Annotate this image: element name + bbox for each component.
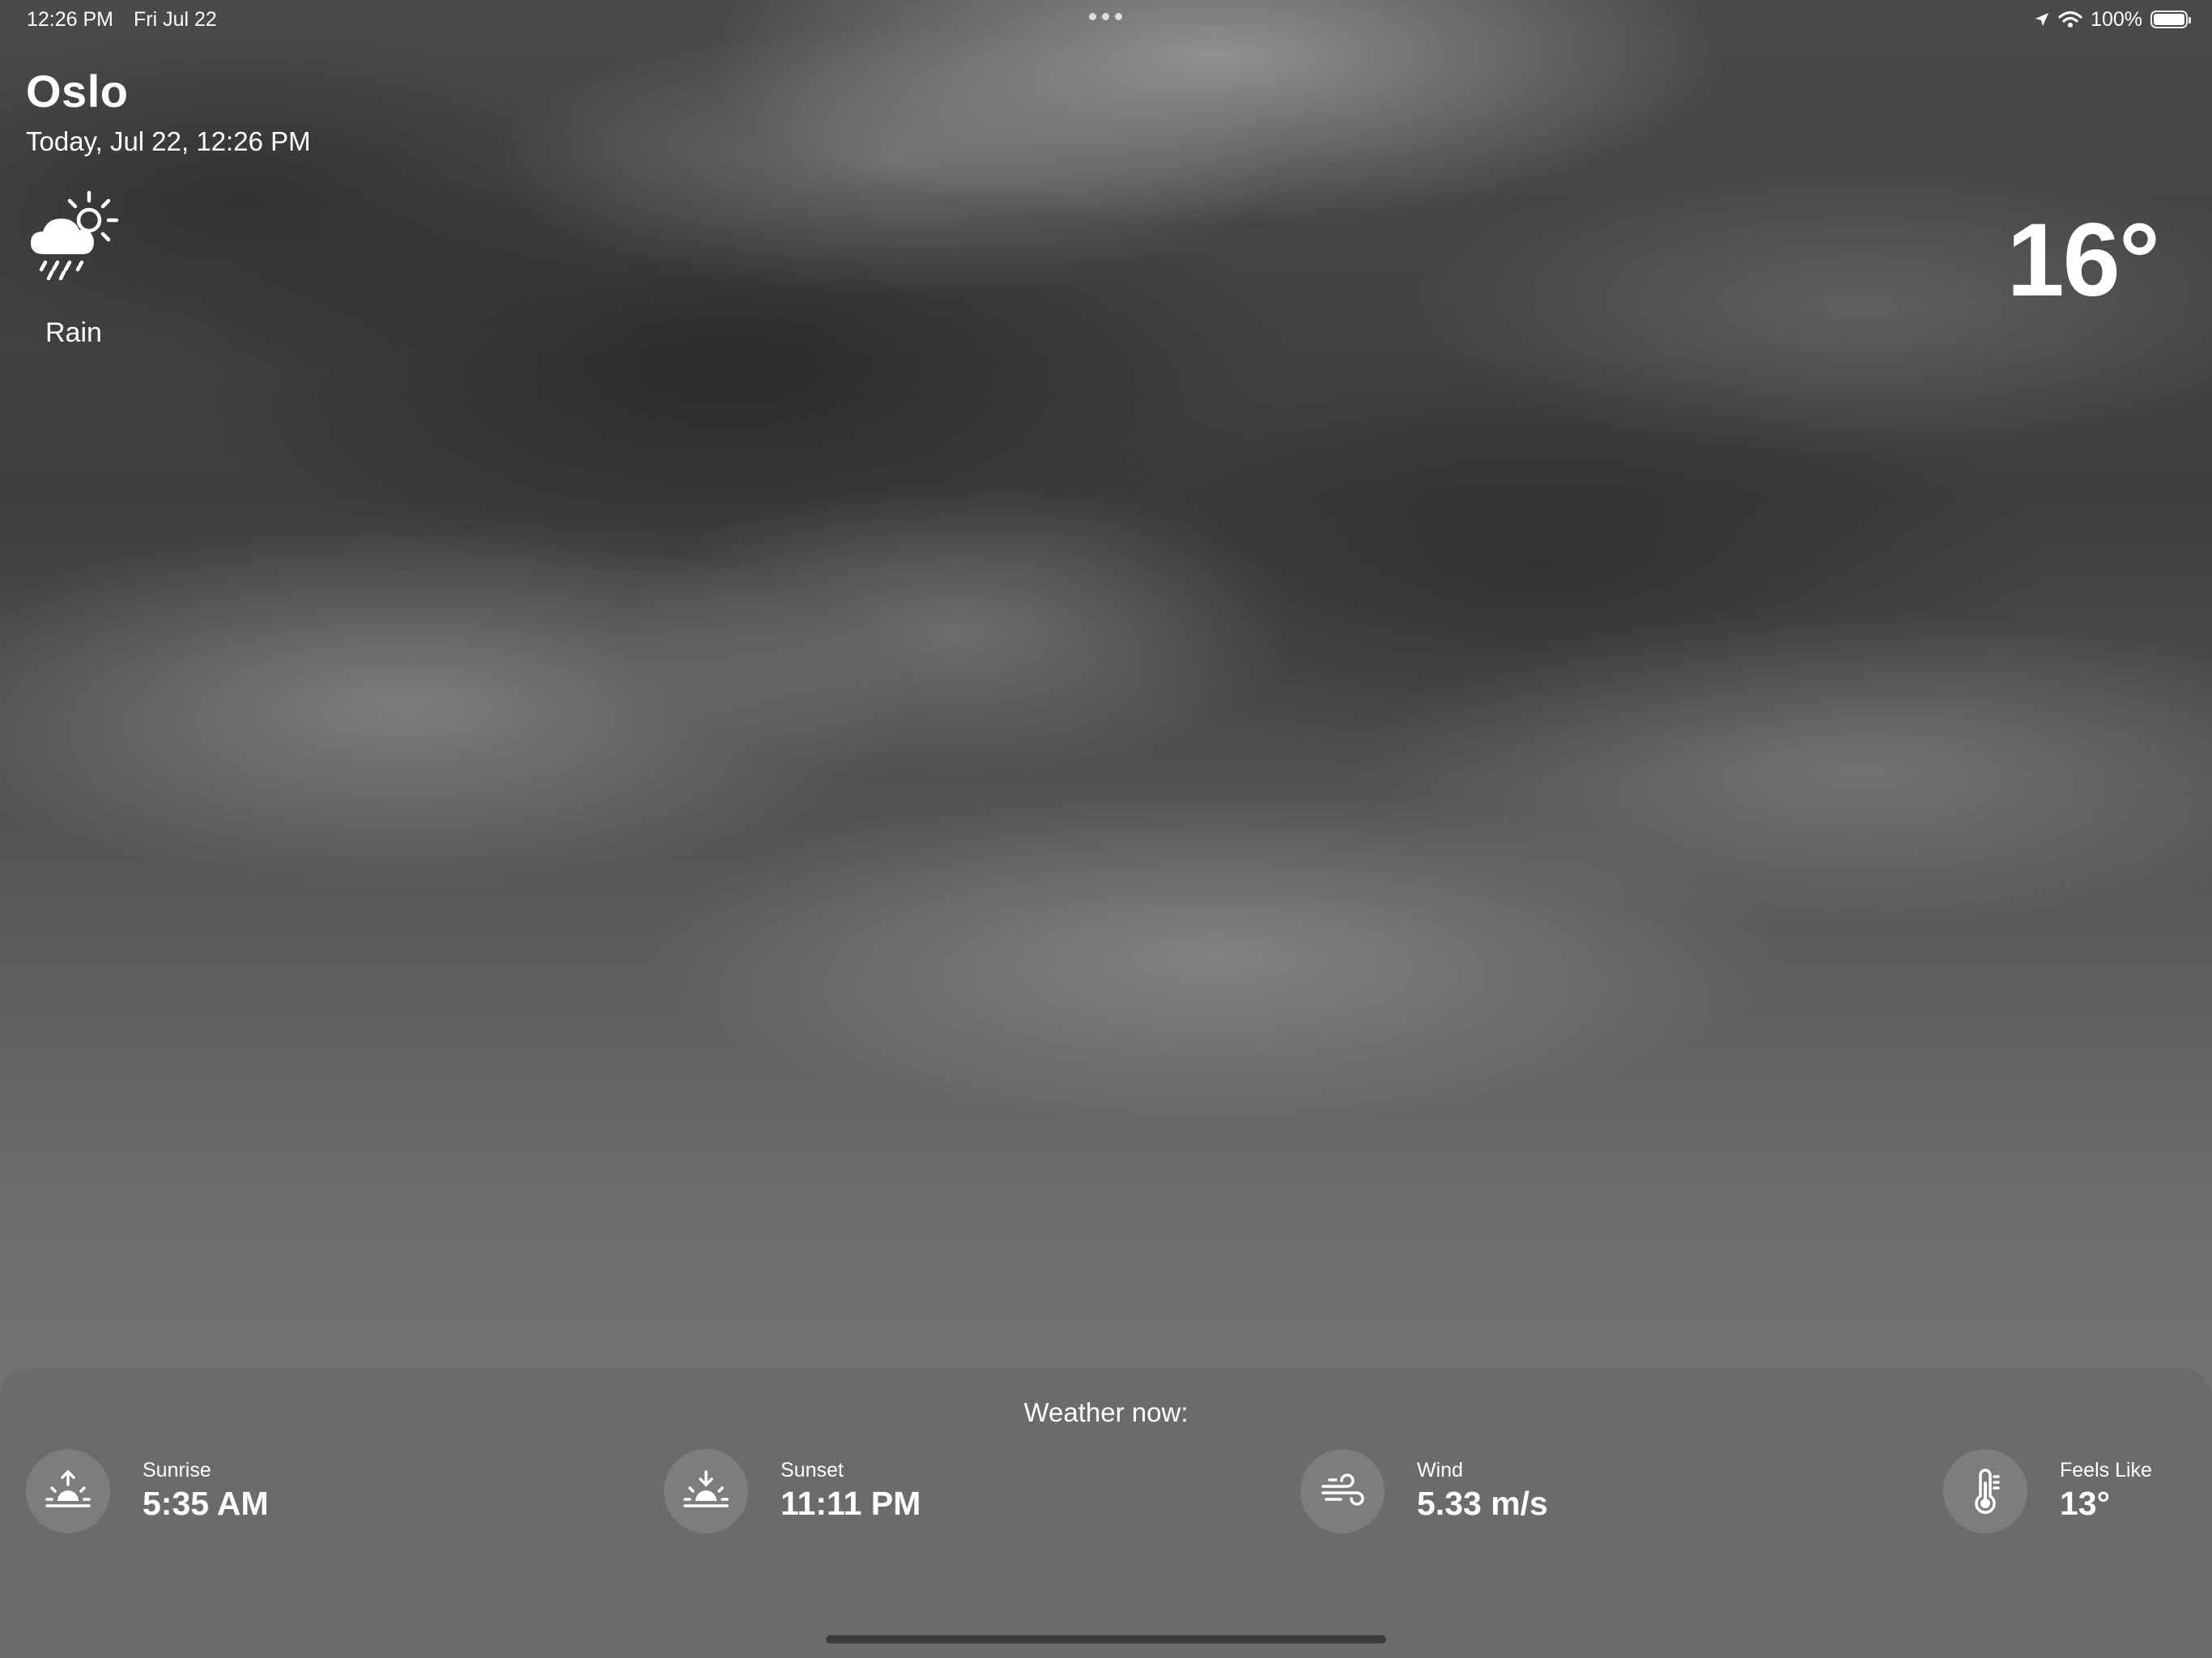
status-bar-right: 100%	[2034, 5, 2191, 34]
thermometer-icon	[1943, 1449, 2027, 1533]
weather-now-panel: Weather now: Sunrise 5:35 AM Sunset 11:1…	[0, 1368, 2212, 1658]
home-indicator[interactable]	[826, 1635, 1386, 1643]
stat-value: 5.33 m/s	[1417, 1485, 1548, 1522]
wind-icon	[1300, 1449, 1385, 1533]
battery-icon	[2150, 11, 2191, 28]
status-bar-left: 12:26 PM Fri Jul 22	[27, 6, 232, 32]
stat-label: Feels Like	[2060, 1459, 2152, 1482]
stat-label: Sunset	[781, 1459, 844, 1482]
multitasking-dots-icon[interactable]	[1089, 13, 1122, 20]
stat-value: 5:35 AM	[143, 1485, 269, 1522]
stat-value: 13°	[2060, 1485, 2111, 1522]
condition-label: Rain	[45, 317, 102, 348]
wifi-icon	[2058, 11, 2082, 28]
current-temperature: 16°	[2006, 202, 2160, 318]
battery-percent: 100%	[2091, 7, 2142, 31]
stat-label: Wind	[1417, 1459, 1463, 1482]
sunrise-icon	[26, 1449, 110, 1533]
city-name: Oslo	[26, 66, 129, 117]
stat-label: Sunrise	[143, 1459, 211, 1482]
sunset-icon	[664, 1449, 748, 1533]
location-arrow-icon	[2035, 13, 2049, 26]
status-time: 12:26 PM	[27, 8, 114, 31]
panel-title: Weather now:	[1023, 1397, 1189, 1427]
cloud-sun-rain-icon	[31, 190, 119, 281]
status-date: Fri Jul 22	[133, 8, 217, 31]
stat-value: 11:11 PM	[781, 1485, 921, 1522]
current-datetime: Today, Jul 22, 12:26 PM	[26, 126, 311, 156]
